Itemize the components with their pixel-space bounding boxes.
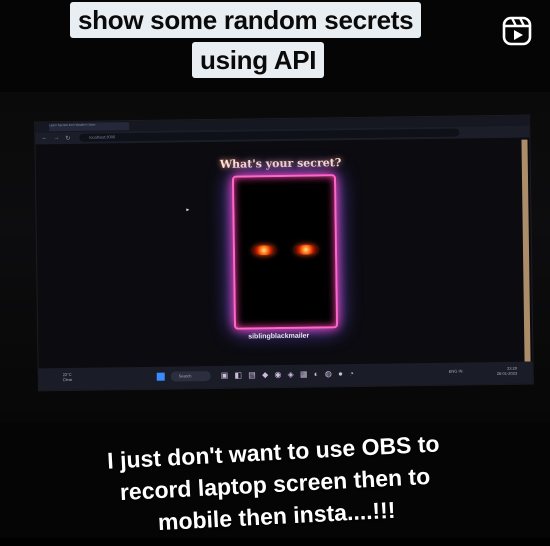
secret-author: siblingblackmailer <box>248 332 310 341</box>
taskbar-search[interactable]: Search <box>170 371 211 382</box>
taskbar-app-icons[interactable]: ▣ ◧ ▤ ◆ ◉ ◈ ▦ ◐ ◍ ● ◔ <box>221 369 356 380</box>
weather-widget[interactable]: 22°C Clear <box>63 372 73 382</box>
caption-top: show some random secrets using API <box>0 0 550 95</box>
mouse-cursor-icon: ▸ <box>186 207 190 214</box>
secret-card <box>231 174 339 330</box>
start-button[interactable] <box>156 372 165 381</box>
laptop-screen: Learn Secrets from Weather | New ← → ↻ l… <box>34 114 534 392</box>
page-title: What's your secret? <box>219 156 342 171</box>
reels-icon[interactable] <box>502 16 532 46</box>
caption-top-line2: using API <box>192 42 325 78</box>
system-tray[interactable]: ENG IN <box>449 369 463 374</box>
glowing-eye-icon <box>294 244 318 255</box>
back-icon[interactable]: ← <box>41 135 47 141</box>
caption-top-line1: show some random secrets <box>70 2 422 38</box>
forward-icon[interactable]: → <box>53 135 59 141</box>
taskbar-clock[interactable]: 23:20 26-01-2023 <box>497 366 518 376</box>
clock-date: 26-01-2023 <box>496 370 518 377</box>
browser-window: Learn Secrets from Weather | New ← → ↻ l… <box>34 114 534 392</box>
reload-icon[interactable]: ↻ <box>65 135 70 142</box>
glowing-eye-icon <box>252 245 276 256</box>
weather-condition: Clear <box>62 376 73 383</box>
scrollbar[interactable] <box>521 139 531 362</box>
browser-tab[interactable]: Learn Secrets from Weather | New <box>49 122 130 132</box>
